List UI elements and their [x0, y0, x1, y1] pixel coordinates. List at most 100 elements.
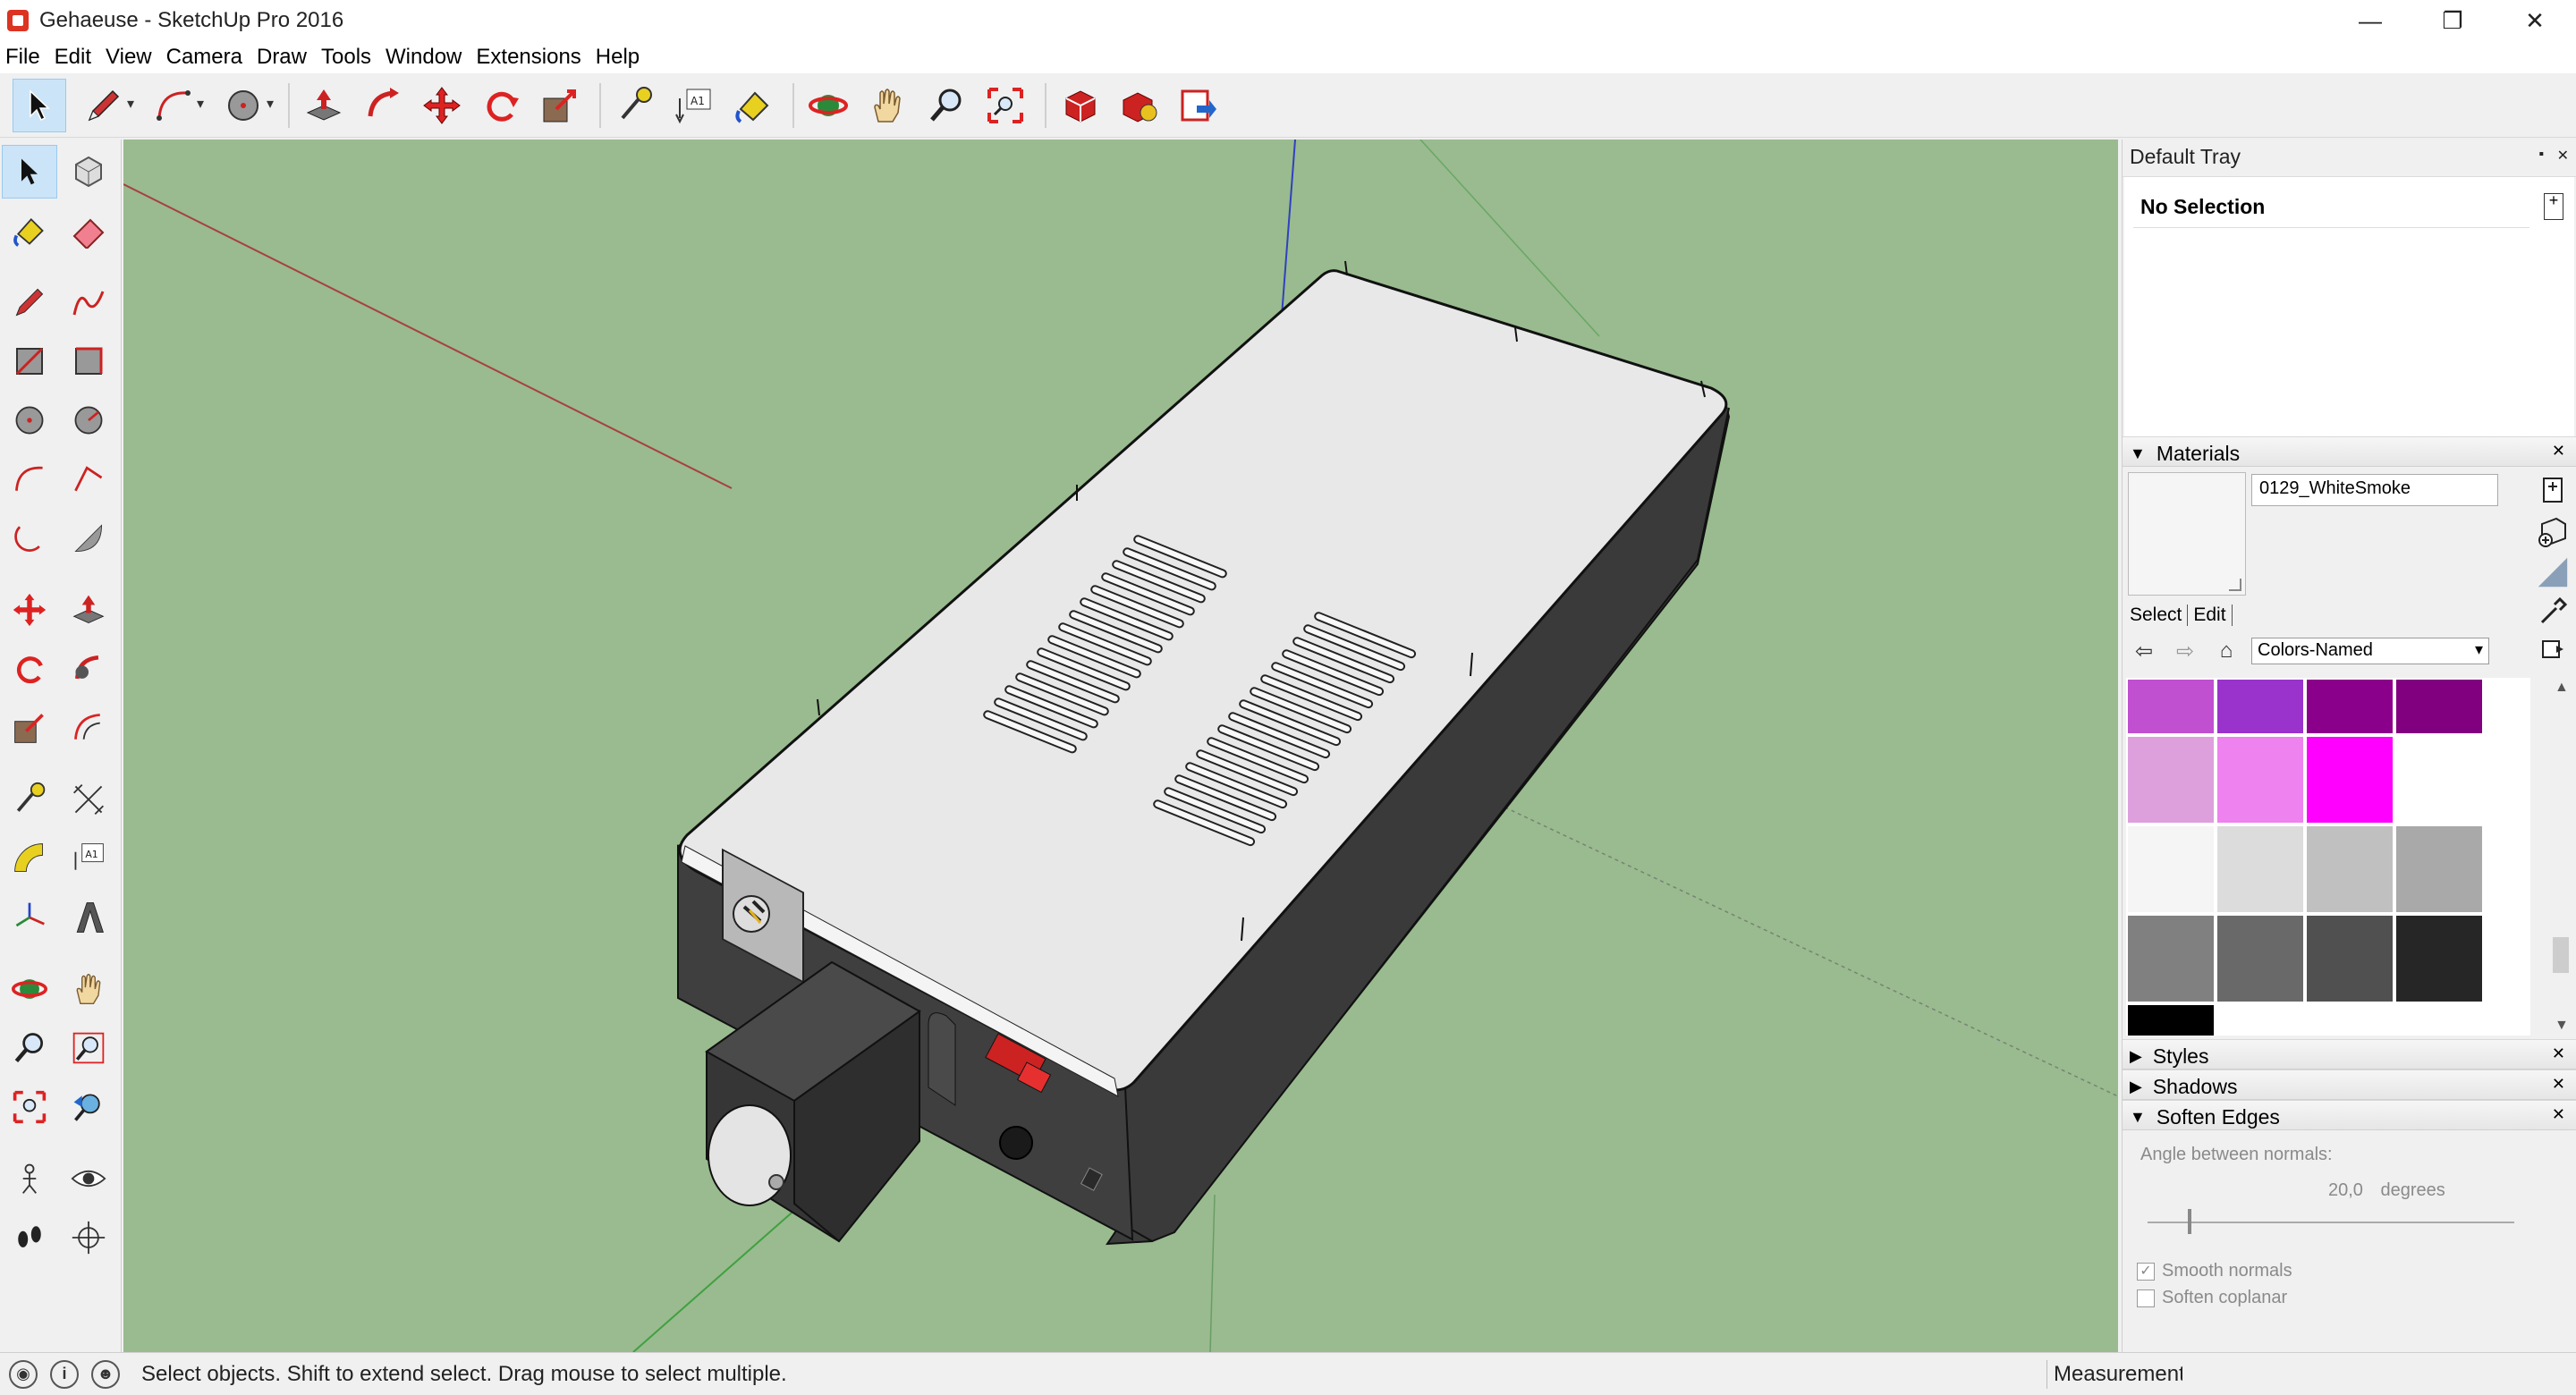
rectangle-tool-button[interactable]: [2, 334, 57, 388]
three-point-arc-button[interactable]: [2, 512, 57, 565]
material-swatch[interactable]: [2217, 916, 2303, 1002]
measurements-input[interactable]: [2182, 1358, 2572, 1391]
zoom-tool-button[interactable]: [2, 1021, 57, 1075]
scroll-up-icon[interactable]: ▲: [2555, 680, 2569, 696]
angle-slider-track[interactable]: [2148, 1222, 2514, 1223]
rotate-tool-button[interactable]: [474, 79, 528, 132]
rotate-tool-button[interactable]: [2, 642, 57, 696]
material-swatch[interactable]: [2128, 826, 2214, 912]
walk-button[interactable]: [2, 1211, 57, 1264]
tab-edit[interactable]: Edit: [2193, 604, 2225, 626]
swatch-scrollbar[interactable]: ▲ ▼: [2549, 678, 2572, 1036]
materials-panel-header[interactable]: ▼ Materials ✕: [2123, 436, 2576, 467]
circle-tool-button[interactable]: [211, 79, 275, 132]
pin-icon[interactable]: ▪: [2538, 147, 2544, 163]
paint-bucket-button[interactable]: [2, 204, 57, 258]
scale-tool-button[interactable]: [2, 701, 57, 755]
axes-tool-button[interactable]: [2, 891, 57, 944]
material-swatch[interactable]: [2217, 680, 2303, 733]
restore-button[interactable]: ❐: [2411, 0, 2494, 41]
close-panel-icon[interactable]: ✕: [2552, 1075, 2565, 1094]
orbit-tool-button[interactable]: [2, 962, 57, 1016]
protractor-tool-button[interactable]: [2, 832, 57, 885]
material-swatch[interactable]: [2396, 916, 2482, 1002]
arc-tool-button[interactable]: [141, 79, 206, 132]
collection-select[interactable]: Colors-Named: [2251, 638, 2489, 664]
details-toggle-icon[interactable]: +: [2544, 192, 2563, 220]
offset-tool-button[interactable]: [61, 701, 116, 755]
material-swatch[interactable]: [2128, 737, 2214, 823]
zoom-tool-button[interactable]: [919, 79, 973, 132]
menu-view[interactable]: View: [106, 45, 152, 70]
menu-help[interactable]: Help: [596, 45, 640, 70]
send-to-layout-button[interactable]: [1172, 79, 1225, 132]
previous-view-button[interactable]: [61, 1080, 116, 1134]
soften-coplanar-checkbox[interactable]: Soften coplanar: [2137, 1288, 2287, 1308]
scroll-thumb[interactable]: [2553, 937, 2569, 973]
arc-tool-button[interactable]: [2, 452, 57, 506]
material-swatch[interactable]: [2217, 737, 2303, 823]
material-swatch[interactable]: [2307, 680, 2393, 733]
material-name-field[interactable]: 0129_WhiteSmoke: [2251, 474, 2498, 506]
smooth-normals-checkbox[interactable]: ✓ Smooth normals: [2137, 1261, 2292, 1281]
paint-bucket-tool-button[interactable]: [726, 79, 780, 132]
material-swatch[interactable]: [2128, 680, 2214, 733]
eraser-button[interactable]: [61, 204, 116, 258]
soften-edges-panel-header[interactable]: ▼ Soften Edges ✕: [2123, 1100, 2576, 1130]
default-material-icon[interactable]: [2537, 556, 2569, 588]
minimize-button[interactable]: —: [2329, 0, 2411, 41]
move-tool-button[interactable]: [415, 79, 469, 132]
orbit-tool-button[interactable]: [801, 79, 855, 132]
sample-paint-icon[interactable]: [2537, 596, 2569, 628]
select-tool-button[interactable]: [2, 145, 57, 199]
line-tool-button[interactable]: [2, 275, 57, 329]
geo-location-icon[interactable]: ◉: [9, 1359, 38, 1389]
zoom-window-tool-button[interactable]: [61, 1021, 116, 1075]
menu-file[interactable]: File: [5, 45, 40, 70]
details-menu-icon[interactable]: [2537, 633, 2569, 665]
angle-slider-thumb[interactable]: [2188, 1209, 2192, 1234]
menu-camera[interactable]: Camera: [166, 45, 242, 70]
look-around-button[interactable]: [61, 1152, 116, 1205]
back-arrow-icon[interactable]: ⇦: [2128, 635, 2160, 667]
material-swatch[interactable]: [2128, 1005, 2214, 1036]
extension-warehouse-button[interactable]: [1113, 79, 1166, 132]
dimension-tool-button[interactable]: [61, 773, 116, 826]
scale-tool-button[interactable]: [533, 79, 587, 132]
material-swatch[interactable]: [2396, 737, 2482, 823]
material-swatch[interactable]: [2307, 916, 2393, 1002]
3d-warehouse-button[interactable]: [1054, 79, 1107, 132]
user-icon[interactable]: ☻: [91, 1359, 120, 1389]
follow-me-tool-button[interactable]: [61, 642, 116, 696]
menu-draw[interactable]: Draw: [257, 45, 307, 70]
material-swatch[interactable]: [2128, 916, 2214, 1002]
tape-measure-tool-button[interactable]: [2, 773, 57, 826]
position-camera-button[interactable]: [2, 1152, 57, 1205]
close-button[interactable]: ✕: [2494, 0, 2576, 41]
menu-extensions[interactable]: Extensions: [476, 45, 580, 70]
create-material-icon[interactable]: [2537, 515, 2569, 547]
pan-tool-button[interactable]: [860, 79, 914, 132]
menu-edit[interactable]: Edit: [55, 45, 91, 70]
close-panel-icon[interactable]: ✕: [2552, 1044, 2565, 1063]
menu-window[interactable]: Window: [386, 45, 462, 70]
section-plane-button[interactable]: [61, 1211, 116, 1264]
follow-me-tool-button[interactable]: [356, 79, 410, 132]
zoom-extents-tool-button[interactable]: [2, 1080, 57, 1134]
home-icon[interactable]: ⌂: [2210, 635, 2242, 667]
make-component-button[interactable]: [61, 145, 116, 199]
tray-close-icon[interactable]: ✕: [2557, 147, 2569, 165]
text-tool-button[interactable]: A1: [61, 832, 116, 885]
move-tool-button[interactable]: [2, 583, 57, 637]
material-swatch[interactable]: [2396, 826, 2482, 912]
two-point-arc-button[interactable]: [61, 452, 116, 506]
material-swatch[interactable]: [2217, 826, 2303, 912]
close-panel-icon[interactable]: ✕: [2552, 442, 2565, 461]
menu-tools[interactable]: Tools: [321, 45, 371, 70]
select-tool-button[interactable]: [13, 78, 66, 132]
styles-panel-header[interactable]: ▶ Styles ✕: [2123, 1039, 2576, 1070]
freehand-tool-button[interactable]: [61, 275, 116, 329]
close-panel-icon[interactable]: ✕: [2552, 1105, 2565, 1124]
zoom-extents-tool-button[interactable]: [979, 79, 1032, 132]
info-icon[interactable]: i: [50, 1359, 79, 1389]
